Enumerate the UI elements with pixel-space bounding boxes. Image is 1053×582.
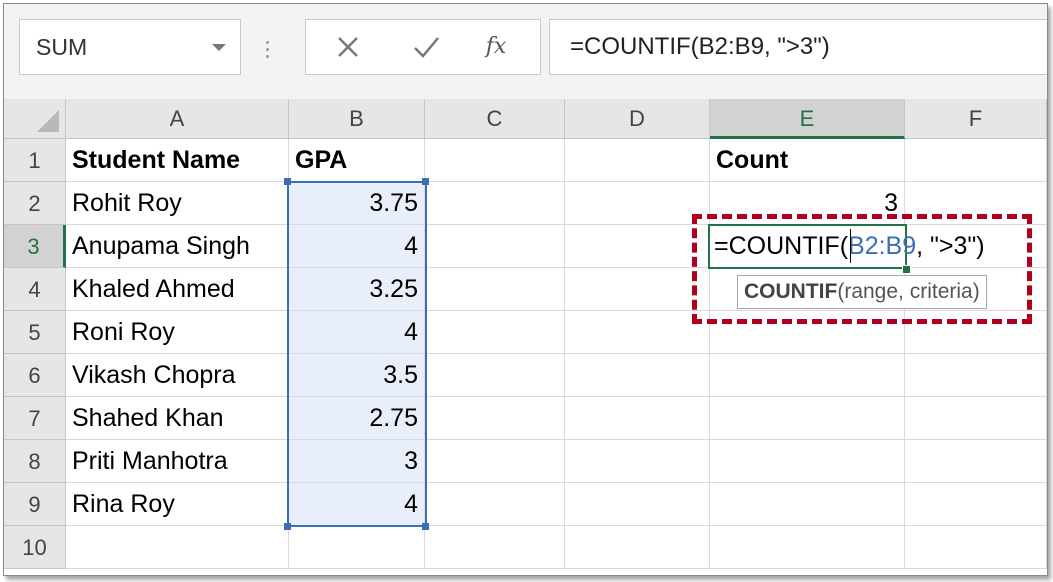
name-box-value: SUM [36, 34, 88, 60]
column-header-f[interactable]: F [905, 99, 1047, 139]
cell-f7[interactable] [905, 397, 1047, 440]
row-header-10[interactable]: 10 [4, 526, 66, 569]
grip-icon[interactable] [266, 39, 270, 59]
check-icon[interactable] [406, 30, 446, 64]
row-header-4[interactable]: 4 [4, 268, 66, 311]
column-header-a[interactable]: A [66, 99, 289, 139]
cell-d3[interactable] [565, 225, 710, 268]
column-header-b[interactable]: B [289, 99, 425, 139]
cell-a2[interactable]: Rohit Roy [66, 182, 289, 225]
cell-a5[interactable]: Roni Roy [66, 311, 289, 354]
cell-a6[interactable]: Vikash Chopra [66, 354, 289, 397]
row-header-8[interactable]: 8 [4, 440, 66, 483]
range-handle-top-right[interactable] [422, 178, 429, 185]
cell-a4[interactable]: Khaled Ahmed [66, 268, 289, 311]
cell-d2[interactable] [565, 182, 710, 225]
range-handle-bottom-left[interactable] [284, 523, 291, 530]
cell-d7[interactable] [565, 397, 710, 440]
column-header-c[interactable]: C [425, 99, 565, 139]
select-all-button[interactable] [4, 99, 66, 139]
function-tooltip[interactable]: COUNTIF(range, criteria) [737, 275, 987, 309]
cell-e6[interactable] [710, 354, 905, 397]
cell-b10[interactable] [289, 526, 425, 569]
cell-b2[interactable]: 3.75 [289, 182, 425, 225]
cell-e7[interactable] [710, 397, 905, 440]
cell-e1[interactable]: Count [710, 139, 905, 182]
row-header-9[interactable]: 9 [4, 483, 66, 526]
formula-text: =COUNTIF(B2:B9, ">3") [570, 33, 830, 60]
cell-e5[interactable] [710, 311, 905, 354]
cell-f8[interactable] [905, 440, 1047, 483]
cell-b7[interactable]: 2.75 [289, 397, 425, 440]
formula-buttons: fx [305, 19, 541, 75]
cell-e9[interactable] [710, 483, 905, 526]
cell-c7[interactable] [425, 397, 565, 440]
cell-c2[interactable] [425, 182, 565, 225]
cell-a10[interactable] [66, 526, 289, 569]
cell-b9[interactable]: 4 [289, 483, 425, 526]
cell-d9[interactable] [565, 483, 710, 526]
select-all-triangle-icon [37, 110, 59, 132]
row-header-3[interactable]: 3 [4, 225, 66, 268]
row-header-5[interactable]: 5 [4, 311, 66, 354]
cell-c5[interactable] [425, 311, 565, 354]
cell-b1[interactable]: GPA [289, 139, 425, 182]
cell-c8[interactable] [425, 440, 565, 483]
cell-b4[interactable]: 3.25 [289, 268, 425, 311]
cell-f10[interactable] [905, 526, 1047, 569]
formula-bar: SUM fx =COUNTIF(B2:B9, ">3") [4, 4, 1047, 99]
cell-a3[interactable]: Anupama Singh [66, 225, 289, 268]
cell-b5[interactable]: 4 [289, 311, 425, 354]
chevron-down-icon[interactable] [212, 44, 226, 51]
row-header-2[interactable]: 2 [4, 182, 66, 225]
cell-d5[interactable] [565, 311, 710, 354]
cell-a1[interactable]: Student Name [66, 139, 289, 182]
cell-d8[interactable] [565, 440, 710, 483]
cell-e2[interactable]: 3 [710, 182, 905, 225]
cell-b3[interactable]: 4 [289, 225, 425, 268]
insert-function-button[interactable]: fx [476, 30, 516, 64]
cell-d6[interactable] [565, 354, 710, 397]
cell-b8[interactable]: 3 [289, 440, 425, 483]
text-cursor [850, 229, 851, 263]
range-handle-top-left[interactable] [284, 178, 291, 185]
cell-f2[interactable] [905, 182, 1047, 225]
row-header-1[interactable]: 1 [4, 139, 66, 182]
cell-c3[interactable] [425, 225, 565, 268]
cell-b6[interactable]: 3.5 [289, 354, 425, 397]
cell-d1[interactable] [565, 139, 710, 182]
cell-f1[interactable] [905, 139, 1047, 182]
column-header-e[interactable]: E [710, 99, 905, 139]
fill-handle[interactable] [902, 265, 911, 274]
row-header-6[interactable]: 6 [4, 354, 66, 397]
cell-c4[interactable] [425, 268, 565, 311]
cell-c1[interactable] [425, 139, 565, 182]
row-header-7[interactable]: 7 [4, 397, 66, 440]
cell-e8[interactable] [710, 440, 905, 483]
column-header-d[interactable]: D [565, 99, 710, 139]
cell-d10[interactable] [565, 526, 710, 569]
cell-a7[interactable]: Shahed Khan [66, 397, 289, 440]
cell-a8[interactable]: Priti Manhotra [66, 440, 289, 483]
name-box[interactable]: SUM [19, 19, 241, 75]
cell-d4[interactable] [565, 268, 710, 311]
cell-f6[interactable] [905, 354, 1047, 397]
cell-f5[interactable] [905, 311, 1047, 354]
cell-a9[interactable]: Rina Roy [66, 483, 289, 526]
cell-f9[interactable] [905, 483, 1047, 526]
formula-input[interactable]: =COUNTIF(B2:B9, ">3") [549, 19, 1047, 75]
excel-window: SUM fx =COUNTIF(B2:B9, ">3") A B C D E F [3, 3, 1048, 576]
cell-c9[interactable] [425, 483, 565, 526]
close-icon[interactable] [328, 30, 368, 64]
cell-c10[interactable] [425, 526, 565, 569]
cell-e10[interactable] [710, 526, 905, 569]
cell-c6[interactable] [425, 354, 565, 397]
range-handle-bottom-right[interactable] [422, 523, 429, 530]
